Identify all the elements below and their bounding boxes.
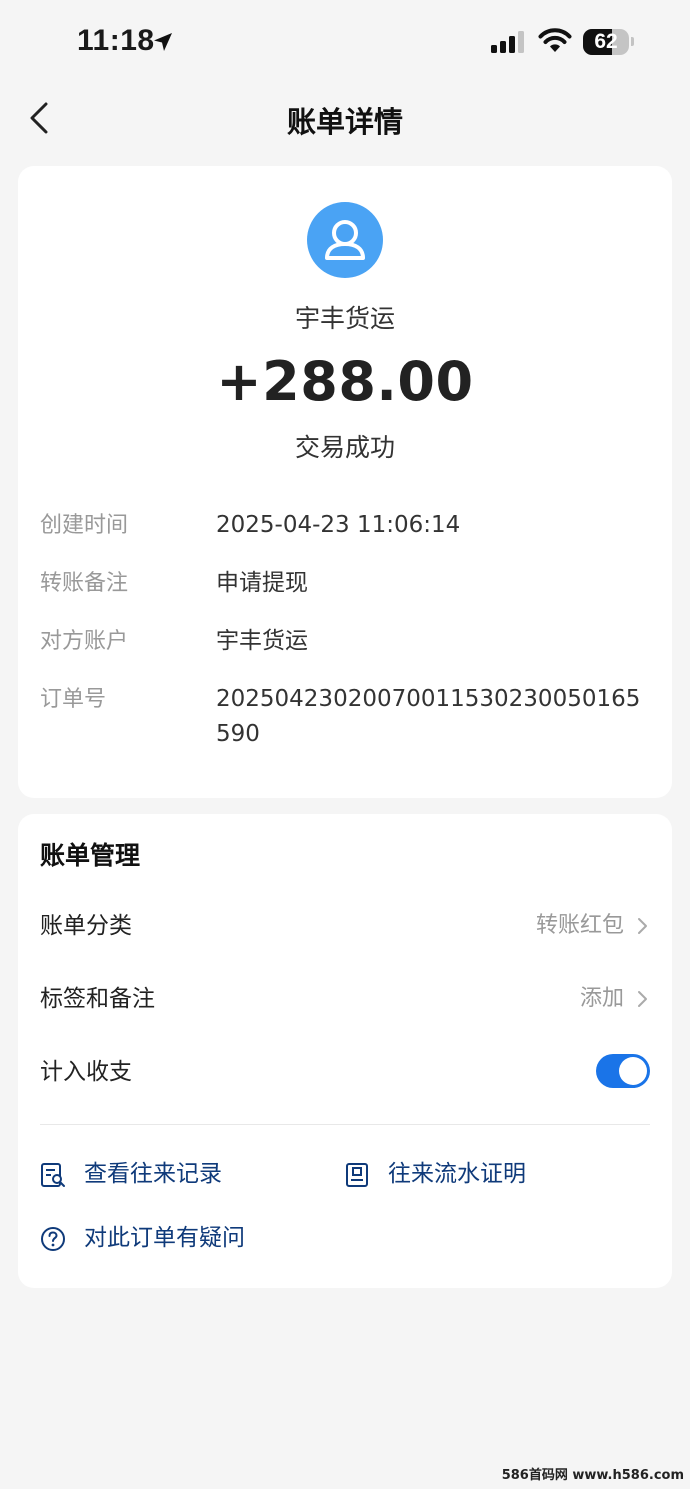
chevron-right-icon <box>638 991 647 1007</box>
tags-notes-label: 标签和备注 <box>40 986 155 1012</box>
status-time: 11:18 <box>77 24 155 57</box>
tags-notes-value: 添加 <box>579 986 624 1011</box>
chevron-right-icon <box>638 918 647 934</box>
bill-management-card: 账单管理 账单分类 转账红包 标签和备注 添加 计入收支 查看往来记录 往来流水… <box>18 814 672 1288</box>
document-icon <box>346 1163 368 1187</box>
toggle-knob <box>619 1057 647 1085</box>
battery-percent: 62 <box>594 30 618 53</box>
divider <box>40 1124 650 1125</box>
order-question-label: 对此订单有疑问 <box>84 1225 245 1251</box>
cellular-signal-icon <box>491 31 524 53</box>
detail-value: 宇丰货运 <box>216 628 308 654</box>
detail-label: 创建时间 <box>40 513 129 538</box>
detail-value: 申请提现 <box>216 570 308 596</box>
transaction-card: 宇丰货运 +288.00 交易成功 创建时间 2025-04-23 11:06:… <box>18 166 672 798</box>
tags-notes-row[interactable]: 标签和备注 添加 <box>40 979 650 1019</box>
order-number[interactable]: 20250423020070011530230050165590 <box>216 682 650 752</box>
bill-category-label: 账单分类 <box>40 913 132 939</box>
detail-label: 对方账户 <box>40 629 129 654</box>
detail-label: 转账备注 <box>40 571 129 596</box>
wifi-icon <box>538 28 572 52</box>
detail-value: 2025-04-23 11:06:14 <box>216 512 461 538</box>
status-bar: 11:18 62 <box>0 0 690 85</box>
location-arrow-icon <box>154 33 172 51</box>
merchant-name: 宇丰货运 <box>294 304 395 333</box>
battery-icon: 62 <box>583 29 629 55</box>
bill-category-value: 转账红包 <box>535 913 624 938</box>
income-expense-label: 计入收支 <box>40 1059 132 1085</box>
bill-category-row[interactable]: 账单分类 转账红包 <box>40 906 650 946</box>
detail-label: 订单号 <box>40 687 107 712</box>
watermark: 586首码网 www.h586.com <box>501 1468 684 1483</box>
income-expense-toggle[interactable] <box>596 1054 650 1088</box>
section-title: 账单管理 <box>40 841 141 870</box>
user-icon <box>325 220 365 260</box>
view-records-label: 查看往来记录 <box>84 1161 222 1187</box>
income-expense-row: 计入收支 <box>40 1052 650 1092</box>
page-title: 账单详情 <box>286 105 403 139</box>
records-search-icon <box>41 1163 65 1187</box>
help-circle-icon <box>41 1227 65 1251</box>
statement-proof-label: 往来流水证明 <box>388 1161 526 1187</box>
avatar <box>307 202 383 278</box>
transaction-amount: +288.00 <box>216 350 474 413</box>
transaction-status: 交易成功 <box>294 433 395 462</box>
battery-cap <box>631 37 634 46</box>
